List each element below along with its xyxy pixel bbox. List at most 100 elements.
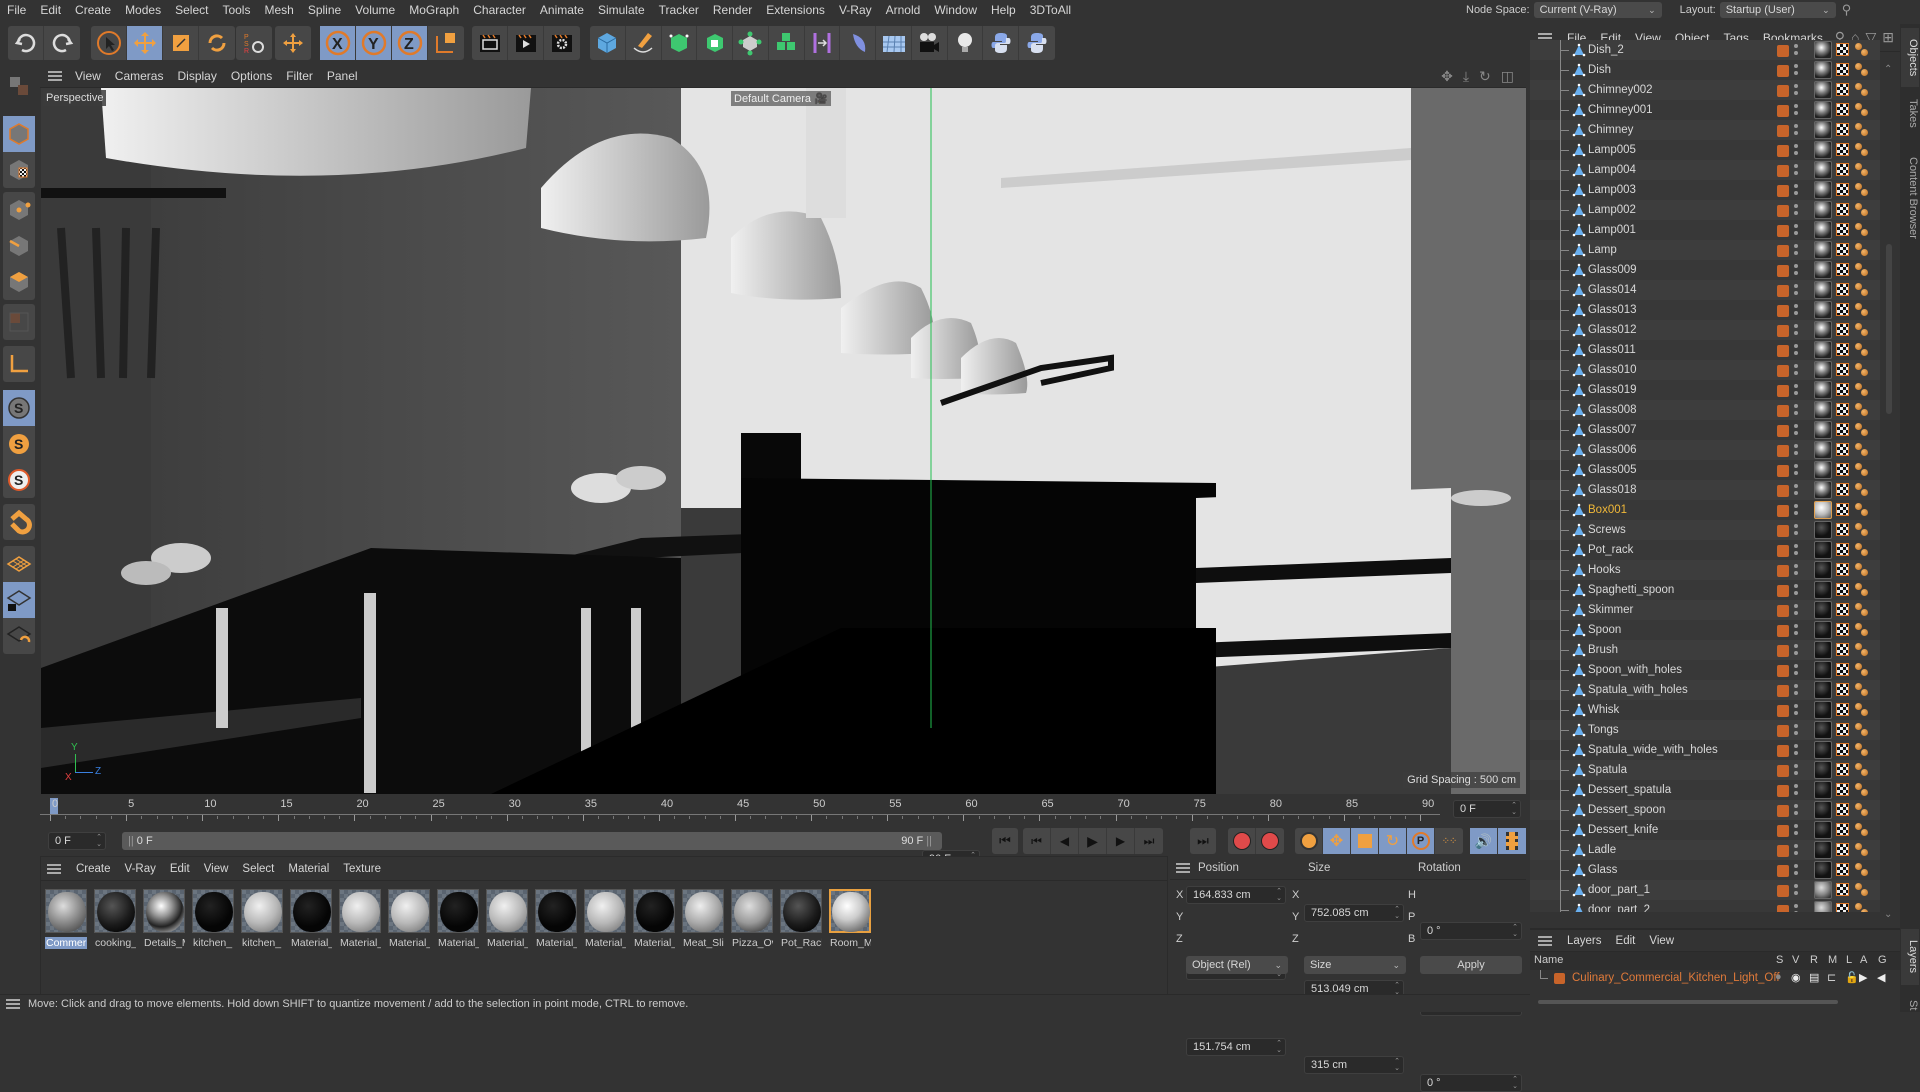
side-tab-takes[interactable]: Takes [1901, 91, 1919, 136]
phong-tag-icon[interactable] [1854, 262, 1870, 278]
phong-tag-icon[interactable] [1854, 422, 1870, 438]
voxel-button[interactable] [769, 26, 805, 60]
new-view-icon[interactable]: ⊞ [1882, 29, 1894, 46]
hamburger-icon[interactable] [1176, 862, 1190, 873]
x-axis-button[interactable]: X [320, 26, 356, 60]
layer-color-swatch[interactable] [1777, 905, 1789, 912]
viewport-menu-cameras[interactable]: Cameras [108, 69, 171, 83]
material-tag-icon[interactable] [1814, 521, 1832, 539]
position-z-field[interactable]: 151.754 cm ⌃ ⌄ [1186, 1038, 1286, 1056]
menu-render[interactable]: Render [706, 0, 759, 20]
uvw-tag-icon[interactable] [1836, 883, 1849, 896]
material-thumbnail[interactable]: Meat_Sli [682, 889, 724, 951]
rotation-b-field[interactable]: 0 ° ⌃ ⌄ [1420, 1074, 1522, 1092]
uvw-tag-icon[interactable] [1836, 423, 1849, 436]
uvw-tag-icon[interactable] [1836, 123, 1849, 136]
layer-color-swatch[interactable] [1777, 565, 1789, 577]
material-thumbnail[interactable]: kitchen_ [192, 889, 234, 951]
visibility-dots[interactable] [1794, 524, 1798, 536]
material-tag-icon[interactable] [1814, 841, 1832, 859]
current-frame-field[interactable]: 0 F ⌃ ⌄ [1453, 800, 1521, 818]
menu-window[interactable]: Window [927, 0, 984, 20]
layer-color-swatch[interactable] [1554, 973, 1565, 984]
phong-tag-icon[interactable] [1854, 362, 1870, 378]
cloner-button[interactable] [733, 26, 769, 60]
visibility-dots[interactable] [1794, 384, 1798, 396]
visibility-dots[interactable] [1794, 184, 1798, 196]
autokey-button[interactable] [1256, 828, 1284, 854]
layer-color-swatch[interactable] [1777, 305, 1789, 317]
extrude-button[interactable] [697, 26, 734, 60]
menu-help[interactable]: Help [984, 0, 1023, 20]
layer-column-m[interactable]: M [1828, 954, 1837, 966]
polygons-mode-button[interactable] [3, 264, 35, 300]
prev-frame-button[interactable]: ◀ [1051, 828, 1079, 854]
object-row[interactable]: Lamp004 [1530, 160, 1880, 180]
object-row[interactable]: Lamp003 [1530, 180, 1880, 200]
material-tag-icon[interactable] [1814, 61, 1832, 79]
material-thumbnail[interactable]: Material_ [535, 889, 577, 951]
material-tag-icon[interactable] [1814, 361, 1832, 379]
object-row[interactable]: Lamp001 [1530, 220, 1880, 240]
layer-color-swatch[interactable] [1777, 205, 1789, 217]
viewport-menu-display[interactable]: Display [170, 69, 223, 83]
uvw-tag-icon[interactable] [1836, 723, 1849, 736]
phong-tag-icon[interactable] [1854, 42, 1870, 58]
phong-tag-icon[interactable] [1854, 822, 1870, 838]
layer-color-swatch[interactable] [1777, 85, 1789, 97]
uvw-tag-icon[interactable] [1836, 583, 1849, 596]
phong-tag-icon[interactable] [1854, 322, 1870, 338]
visibility-dots[interactable] [1794, 904, 1798, 912]
visibility-dots[interactable] [1794, 504, 1798, 516]
uvw-tag-icon[interactable] [1836, 443, 1849, 456]
object-row[interactable]: door_part_1 [1530, 880, 1880, 900]
object-row[interactable]: Glass012 [1530, 320, 1880, 340]
layer-color-swatch[interactable] [1777, 825, 1789, 837]
subdivision-button[interactable] [662, 26, 698, 60]
range-handle-left[interactable]: || [128, 835, 134, 847]
object-row[interactable]: Chimney [1530, 120, 1880, 140]
render-settings-button[interactable] [544, 26, 580, 60]
object-row[interactable]: Glass010 [1530, 360, 1880, 380]
menu-simulate[interactable]: Simulate [591, 0, 652, 20]
menu-arnold[interactable]: Arnold [879, 0, 928, 20]
visibility-dots[interactable] [1794, 244, 1798, 256]
coord-size-select[interactable]: Size ⌄ [1304, 956, 1406, 974]
key-pla-button[interactable]: ⁘⁘ [1435, 828, 1463, 854]
material-tag-icon[interactable] [1814, 541, 1832, 559]
viewport-menu-options[interactable]: Options [224, 69, 279, 83]
material-tag-icon[interactable] [1814, 41, 1832, 59]
layout-select[interactable]: Startup (User) ⌄ [1719, 2, 1836, 18]
layer-color-swatch[interactable] [1777, 705, 1789, 717]
phong-tag-icon[interactable] [1854, 722, 1870, 738]
menu-create[interactable]: Create [68, 0, 118, 20]
hamburger-icon[interactable] [48, 70, 62, 81]
uv-mode-button[interactable] [3, 304, 35, 340]
phong-tag-icon[interactable] [1854, 782, 1870, 798]
film-button[interactable] [1498, 828, 1526, 854]
frame-range-slider[interactable]: || 0 F 90 F || [122, 832, 942, 850]
phong-tag-icon[interactable] [1854, 842, 1870, 858]
prev-key-button[interactable]: ⏮ [1023, 828, 1051, 854]
rotation-h-field[interactable]: 0 ° ⌃ ⌄ [1420, 922, 1522, 940]
uvw-tag-icon[interactable] [1836, 43, 1849, 56]
visibility-dots[interactable] [1794, 564, 1798, 576]
visibility-dots[interactable] [1794, 884, 1798, 896]
visibility-dots[interactable] [1794, 644, 1798, 656]
material-tag-icon[interactable] [1814, 281, 1832, 299]
visibility-dots[interactable] [1794, 464, 1798, 476]
material-tag-icon[interactable] [1814, 81, 1832, 99]
phong-tag-icon[interactable] [1854, 142, 1870, 158]
object-row[interactable]: Spatula_wide_with_holes [1530, 740, 1880, 760]
menu-animate[interactable]: Animate [533, 0, 591, 20]
uvw-tag-icon[interactable] [1836, 563, 1849, 576]
phong-tag-icon[interactable] [1854, 122, 1870, 138]
menu-file[interactable]: File [0, 0, 33, 20]
uvw-tag-icon[interactable] [1836, 643, 1849, 656]
phong-tag-icon[interactable] [1854, 342, 1870, 358]
visibility-dots[interactable] [1794, 364, 1798, 376]
material-tag-icon[interactable] [1814, 601, 1832, 619]
material-thumbnail[interactable]: Material_ [486, 889, 528, 951]
material-tag-icon[interactable] [1814, 421, 1832, 439]
symmetry-button[interactable] [805, 26, 841, 60]
